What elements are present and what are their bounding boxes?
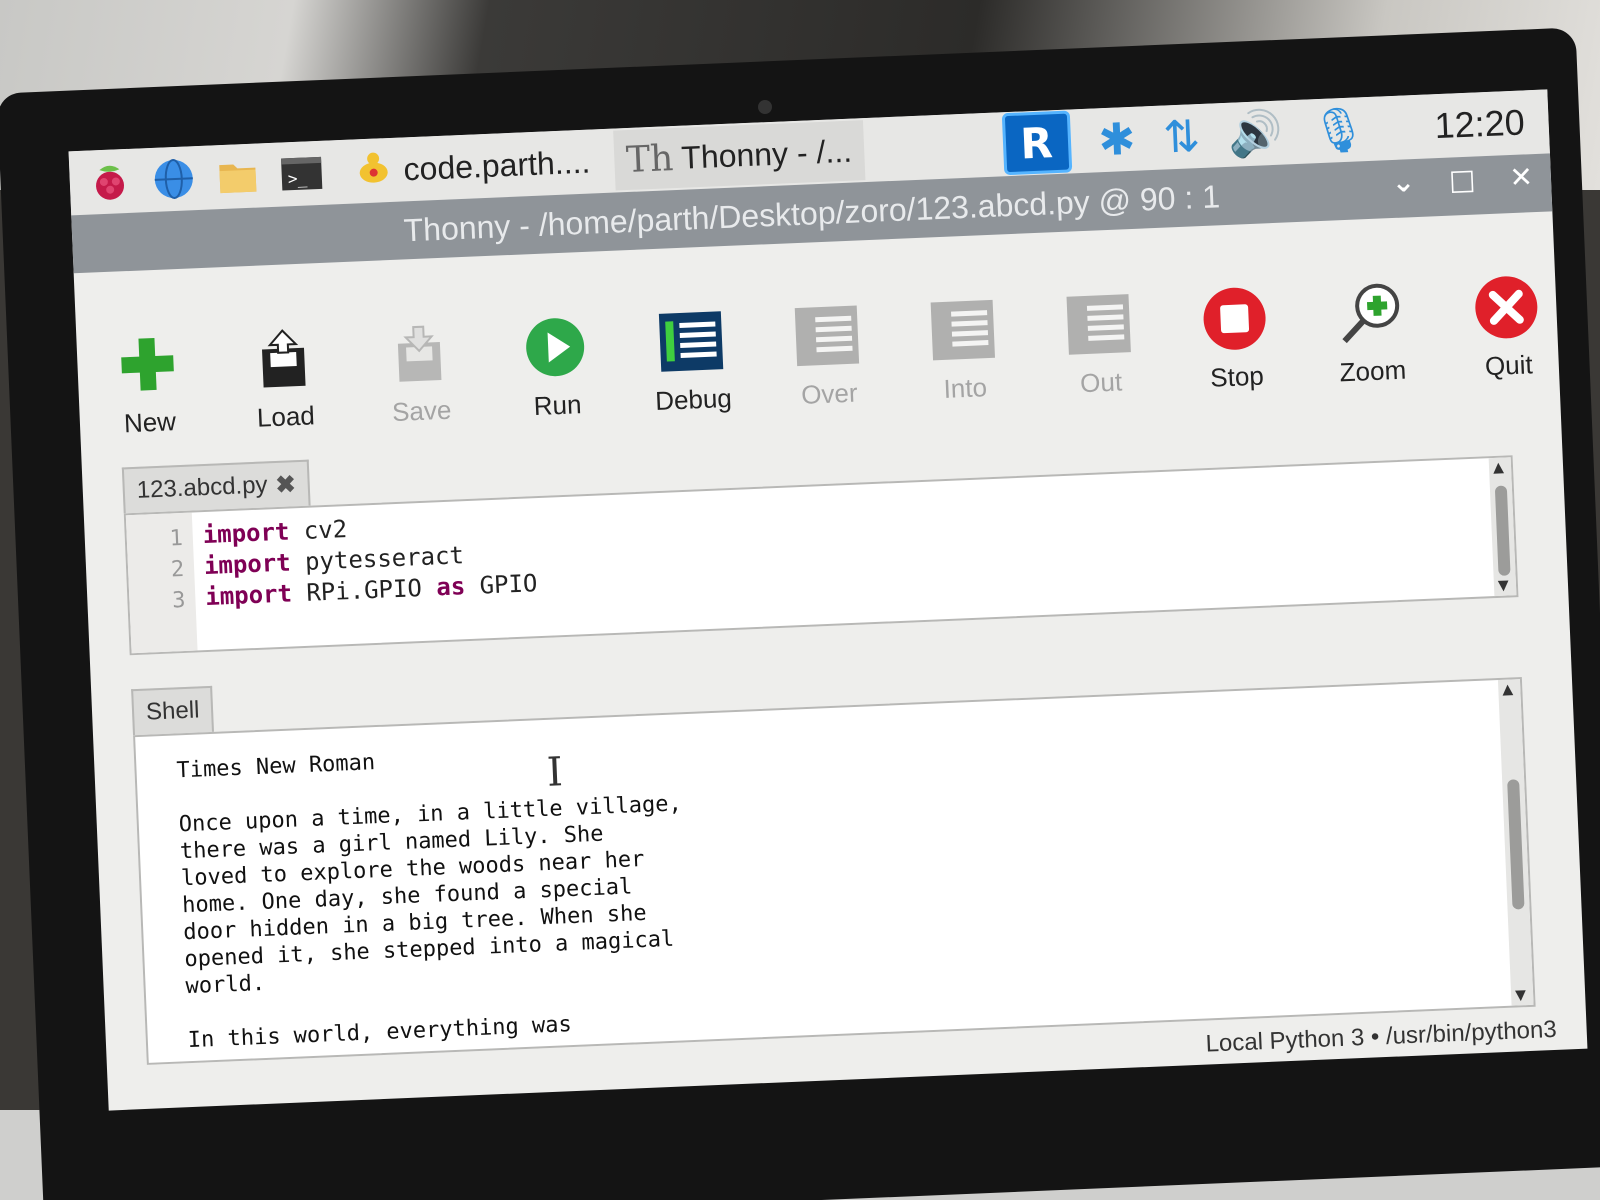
new-label: New xyxy=(123,406,177,439)
zoom-button[interactable]: Zoom xyxy=(1329,278,1413,388)
stop-label: Stop xyxy=(1209,360,1265,393)
debug-icon xyxy=(657,307,726,376)
bluetooth-icon[interactable]: ✱ xyxy=(1097,113,1136,165)
window-controls: ⌄ □ ✕ xyxy=(1391,160,1534,199)
maximize-icon[interactable]: □ xyxy=(1448,163,1476,197)
stop-icon xyxy=(1200,284,1269,353)
run-label: Run xyxy=(533,389,583,422)
thonny-app-icon xyxy=(351,144,397,198)
taskbar-task-code[interactable]: code.parth.... xyxy=(338,131,603,202)
save-button[interactable]: Save xyxy=(378,318,462,428)
line-number-gutter: 1 2 3 xyxy=(125,512,198,654)
task-label: Thonny - /... xyxy=(680,132,853,176)
line-number: 1 xyxy=(169,525,184,552)
close-icon[interactable]: ✕ xyxy=(1509,160,1534,194)
debug-label: Debug xyxy=(654,382,733,417)
save-icon xyxy=(385,319,454,388)
shell-tab[interactable]: Shell xyxy=(131,685,215,736)
save-label: Save xyxy=(391,394,452,428)
svg-text:>_: >_ xyxy=(287,168,307,188)
scrollbar-thumb[interactable] xyxy=(1507,779,1525,910)
step-over-icon xyxy=(793,301,862,370)
keyword: import xyxy=(202,517,290,550)
load-icon xyxy=(249,324,318,393)
load-button[interactable]: Load xyxy=(242,324,326,434)
vnc-icon[interactable]: R xyxy=(1001,110,1072,176)
run-button[interactable]: Run xyxy=(514,313,598,423)
debug-button[interactable]: Debug xyxy=(650,307,734,417)
scroll-down-icon[interactable]: ▼ xyxy=(1498,577,1509,593)
new-button[interactable]: New xyxy=(106,330,190,440)
scroll-down-icon[interactable]: ▼ xyxy=(1515,987,1526,1003)
code-fragment: pytesseract xyxy=(290,541,465,577)
raspberry-menu-icon[interactable] xyxy=(83,155,137,209)
scroll-up-icon[interactable]: ▲ xyxy=(1502,681,1513,697)
scroll-up-icon[interactable]: ▲ xyxy=(1493,460,1504,476)
line-number: 2 xyxy=(170,556,185,583)
zoom-label: Zoom xyxy=(1339,354,1407,388)
taskbar-task-thonny[interactable]: Th Thonny - /... xyxy=(612,120,866,191)
volume-icon[interactable]: 🔊 xyxy=(1227,107,1284,161)
editor-scrollbar[interactable]: ▲ ▼ xyxy=(1488,457,1517,597)
keyword: import xyxy=(203,548,292,581)
load-label: Load xyxy=(256,400,316,433)
over-label: Over xyxy=(800,377,859,410)
screen: >_ code.parth.... Th Thonny - /... R ✱ ⇅… xyxy=(68,89,1588,1111)
stop-button[interactable]: Stop xyxy=(1193,284,1277,394)
scrollbar-thumb[interactable] xyxy=(1494,485,1511,576)
file-manager-icon[interactable] xyxy=(211,149,265,203)
shell-panel[interactable]: Times New Roman Once upon a time, in a l… xyxy=(133,677,1536,1065)
shell-tab-label: Shell xyxy=(145,696,200,726)
clock[interactable]: 12:20 xyxy=(1394,101,1526,148)
step-over-button[interactable]: Over xyxy=(786,301,870,411)
keyword: as xyxy=(435,572,466,602)
editor-tabs: 123.abcd.py ✖ xyxy=(121,459,311,514)
close-tab-icon[interactable]: ✖ xyxy=(275,470,296,500)
microphone-icon[interactable]: 🎙 xyxy=(1310,103,1368,157)
quit-button[interactable]: Quit xyxy=(1465,273,1549,383)
web-browser-icon[interactable] xyxy=(147,152,201,206)
code-editor[interactable]: 1 2 3 import cv2 import pytesseract impo… xyxy=(123,455,1519,656)
shell-output[interactable]: Times New Roman Once upon a time, in a l… xyxy=(135,679,1534,1065)
minimize-icon[interactable]: ⌄ xyxy=(1391,165,1416,199)
terminal-icon[interactable]: >_ xyxy=(275,147,329,201)
code-fragment: RPi.GPIO xyxy=(291,573,437,608)
zoom-icon xyxy=(1336,279,1405,348)
out-label: Out xyxy=(1079,366,1123,399)
editor-tab-file[interactable]: 123.abcd.py ✖ xyxy=(121,459,311,514)
code-fragment: cv2 xyxy=(288,515,348,546)
step-out-button[interactable]: Out xyxy=(1057,290,1141,400)
shell-tabs: Shell xyxy=(131,685,215,736)
thonny-th-icon: Th xyxy=(625,137,675,181)
plus-icon xyxy=(113,330,182,399)
keyword: import xyxy=(204,579,293,612)
step-into-icon xyxy=(928,296,997,365)
task-label: code.parth.... xyxy=(402,143,591,187)
code-text[interactable]: import cv2 import pytesseract import RPi… xyxy=(192,498,550,651)
quit-icon xyxy=(1472,273,1541,342)
line-number: 3 xyxy=(171,587,186,614)
code-fragment: GPIO xyxy=(464,569,538,601)
webcam xyxy=(758,100,772,114)
quit-label: Quit xyxy=(1484,349,1534,382)
network-icon[interactable]: ⇅ xyxy=(1162,111,1201,163)
step-into-button[interactable]: Into xyxy=(921,295,1005,405)
text-cursor-icon: I xyxy=(546,749,564,796)
run-icon xyxy=(521,313,590,382)
into-label: Into xyxy=(942,372,988,404)
step-out-icon xyxy=(1064,290,1133,359)
editor-tab-label: 123.abcd.py xyxy=(136,471,269,504)
